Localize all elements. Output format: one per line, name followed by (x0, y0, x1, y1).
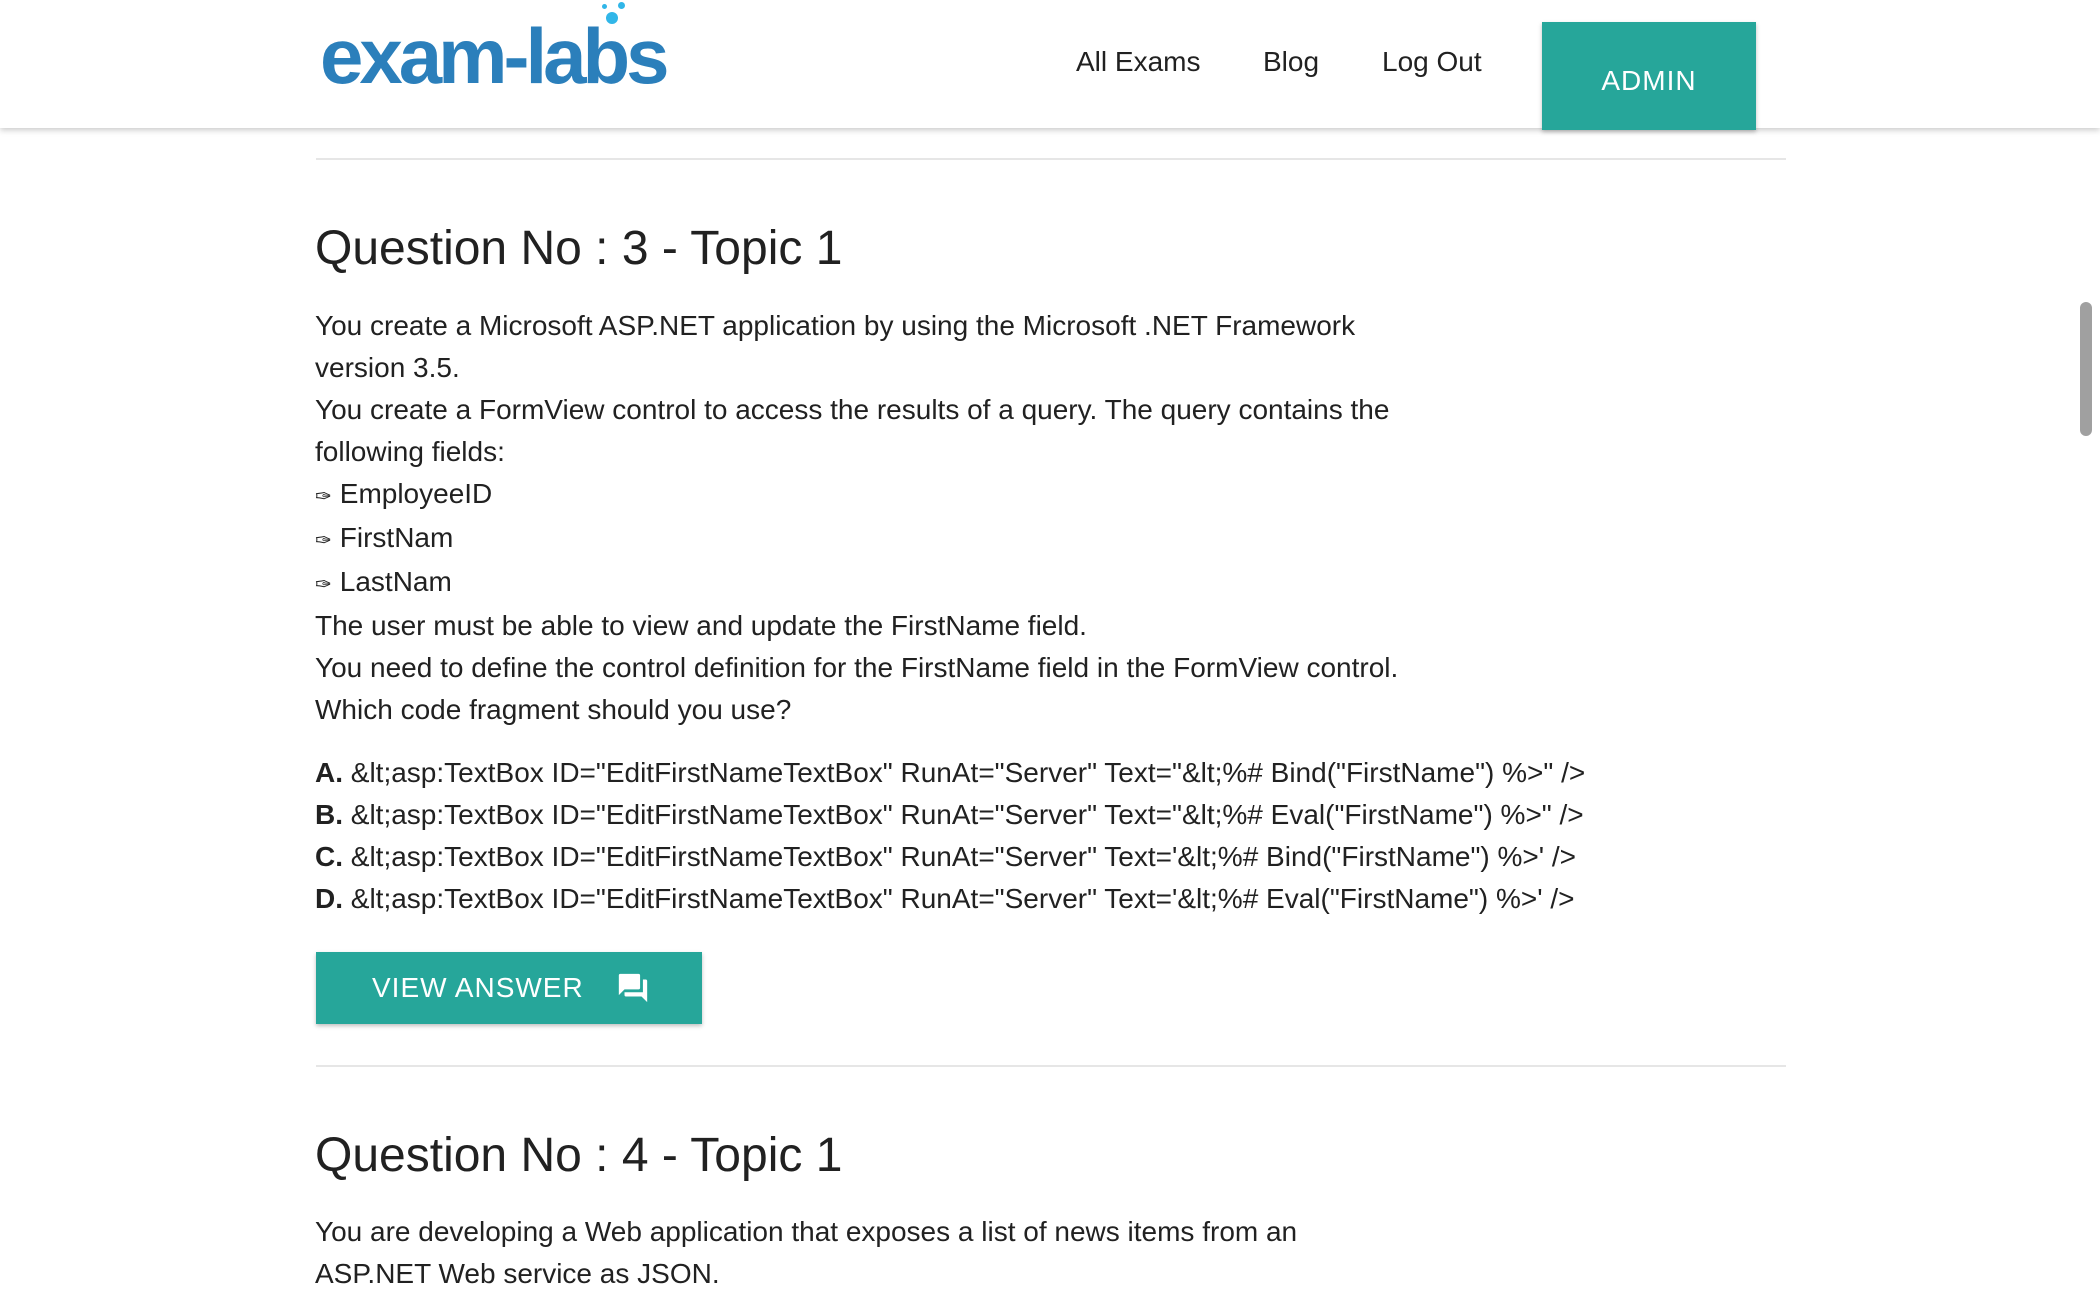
admin-button[interactable]: ADMIN (1542, 22, 1756, 130)
question-line: You create a Microsoft ASP.NET applicati… (315, 310, 1356, 341)
nav-blog[interactable]: Blog (1263, 44, 1319, 80)
bullet-icon: ✑ (315, 572, 332, 596)
logo-bubble-icon (618, 2, 625, 9)
field-item: ✑ FirstNam (315, 522, 454, 553)
bullet-icon: ✑ (315, 528, 332, 552)
question-title: Question No : 4 - Topic 1 (315, 1129, 843, 1182)
question-text: You are developing a Web application tha… (315, 1211, 1515, 1295)
logo-bubble-icon (602, 4, 607, 9)
answer-option-b: B. &lt;asp:TextBox ID="EditFirstNameText… (315, 799, 1584, 830)
question-line: You create a FormView control to access … (315, 394, 1390, 425)
question-line: following fields: (315, 436, 505, 467)
answer-options: A. &lt;asp:TextBox ID="EditFirstNameText… (315, 752, 1585, 920)
nav-log-out[interactable]: Log Out (1382, 44, 1482, 80)
question-line: You need to define the control definitio… (315, 652, 1399, 683)
answer-option-a: A. &lt;asp:TextBox ID="EditFirstNameText… (315, 757, 1586, 788)
scrollbar-thumb[interactable] (2080, 302, 2092, 436)
field-item: ✑ LastNam (315, 566, 452, 597)
divider (316, 1065, 1786, 1067)
answer-option-d: D. &lt;asp:TextBox ID="EditFirstNameText… (315, 883, 1575, 914)
bullet-icon: ✑ (315, 484, 332, 508)
view-answer-label: VIEW ANSWER (372, 972, 584, 1003)
divider (316, 158, 1786, 160)
logo-bubble-icon (606, 12, 618, 24)
question-line: ASP.NET Web service as JSON. (315, 1258, 720, 1289)
question-line: The user must be able to view and update… (315, 610, 1087, 641)
question-line: Which code fragment should you use? (315, 694, 792, 725)
question-line: version 3.5. (315, 352, 460, 383)
answer-option-c: C. &lt;asp:TextBox ID="EditFirstNameText… (315, 841, 1577, 872)
field-item: ✑ EmployeeID (315, 478, 493, 509)
view-answer-button[interactable]: VIEW ANSWER (316, 952, 702, 1024)
logo[interactable]: exam-labs (320, 2, 670, 106)
question-title: Question No : 3 - Topic 1 (315, 222, 843, 275)
question-text: You create a Microsoft ASP.NET applicati… (315, 305, 1515, 731)
chat-icon (618, 973, 647, 1003)
question-line: You are developing a Web application tha… (315, 1216, 1298, 1247)
site-header: exam-labs All Exams Blog Log Out ADMIN (0, 0, 2100, 130)
nav-all-exams[interactable]: All Exams (1076, 44, 1200, 80)
logo-text: exam-labs (320, 12, 670, 100)
